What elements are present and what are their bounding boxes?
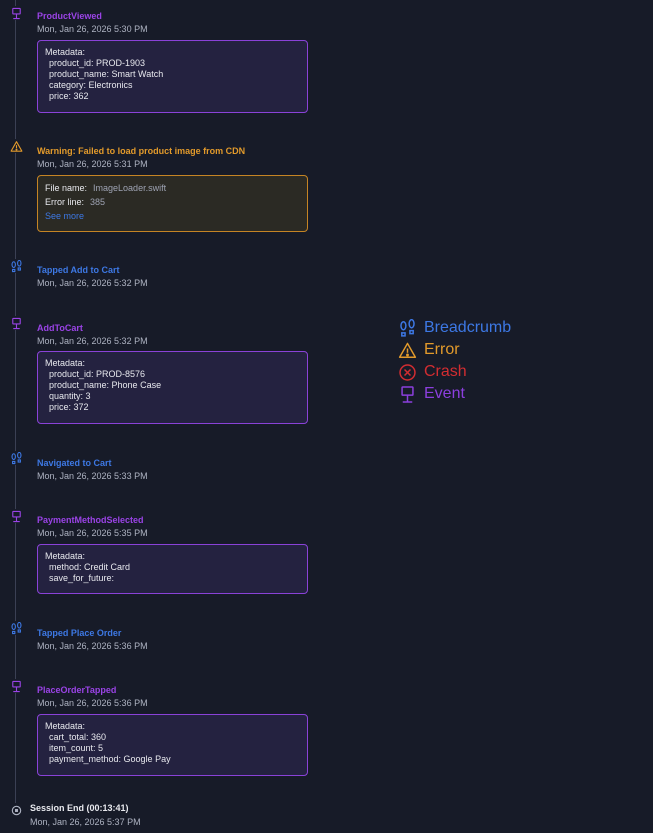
entry-title: Tapped Place Order	[37, 628, 122, 638]
footprints-icon	[9, 259, 23, 273]
metadata-card: Metadata: cart_total: 360 item_count: 5 …	[37, 714, 308, 776]
file-name-value: ImageLoader.swift	[93, 183, 167, 193]
monitor-icon	[9, 6, 23, 20]
metadata-card: Metadata: product_id: PROD-8576 product_…	[37, 351, 308, 424]
monitor-icon	[9, 509, 23, 523]
entry-timestamp: Mon, Jan 26, 2026 5:36 PM	[37, 641, 148, 651]
metadata-label: Metadata:	[45, 358, 86, 368]
metadata-card: Metadata: method: Credit Card save_for_f…	[37, 544, 308, 594]
entry-timestamp: Mon, Jan 26, 2026 5:31 PM	[37, 159, 148, 169]
metadata-row: product_id: PROD-1903	[49, 58, 146, 68]
session-end-timestamp: Mon, Jan 26, 2026 5:37 PM	[30, 817, 141, 827]
monitor-icon	[401, 386, 414, 403]
see-more-link[interactable]: See more	[45, 209, 300, 223]
metadata-row: item_count: 5	[49, 743, 104, 753]
entry-title: ProductViewed	[37, 11, 102, 21]
error-details-card: File name: ImageLoader.swift Error line: 3…	[37, 175, 308, 232]
entry-title: Warning: Failed to load product image fr…	[37, 146, 246, 156]
metadata-label: Metadata:	[45, 551, 86, 561]
entry-timestamp: Mon, Jan 26, 2026 5:35 PM	[37, 528, 148, 538]
entry-timestamp: Mon, Jan 26, 2026 5:33 PM	[37, 471, 148, 481]
entry-title: AddToCart	[37, 323, 83, 333]
metadata-row: price: 362	[49, 91, 89, 101]
x-circle-icon	[399, 364, 416, 381]
metadata-row: save_for_future:	[49, 573, 115, 583]
error-line-value: 385	[90, 197, 106, 207]
metadata-row: quantity: 3	[49, 391, 91, 401]
footprints-icon	[400, 319, 415, 337]
legend-label: Event	[424, 385, 465, 402]
metadata-row: price: 372	[49, 402, 89, 412]
entry-timestamp: Mon, Jan 26, 2026 5:30 PM	[37, 24, 148, 34]
monitor-icon	[9, 316, 23, 330]
stop-circle-icon	[9, 803, 23, 817]
metadata-row: product_name: Smart Watch	[49, 69, 164, 79]
legend-label: Error	[424, 341, 460, 358]
entry-timestamp: Mon, Jan 26, 2026 5:32 PM	[37, 336, 148, 346]
warning-triangle-icon	[398, 342, 417, 359]
warning-triangle-icon	[9, 139, 23, 153]
metadata-row: method: Credit Card	[49, 562, 131, 572]
entry-title: Tapped Add to Cart	[37, 265, 120, 275]
metadata-row: product_name: Phone Case	[49, 380, 162, 390]
entry-timestamp: Mon, Jan 26, 2026 5:36 PM	[37, 698, 148, 708]
metadata-row: cart_total: 360	[49, 732, 107, 742]
footprints-icon	[9, 621, 23, 635]
legend-label: Breadcrumb	[424, 319, 512, 336]
entry-title: Navigated to Cart	[37, 458, 112, 468]
monitor-icon	[9, 679, 23, 693]
metadata-row: payment_method: Google Pay	[49, 754, 171, 764]
footprints-icon	[9, 451, 23, 465]
metadata-row: product_id: PROD-8576	[49, 369, 146, 379]
metadata-row: category: Electronics	[49, 80, 133, 90]
error-line-label: Error line:	[45, 197, 85, 207]
metadata-label: Metadata:	[45, 721, 86, 731]
session-end-title: Session End (00:13:41)	[30, 803, 129, 813]
metadata-label: Metadata:	[45, 47, 86, 57]
entry-timestamp: Mon, Jan 26, 2026 5:32 PM	[37, 278, 148, 288]
entry-title: PaymentMethodSelected	[37, 515, 144, 525]
file-name-label: File name:	[45, 183, 88, 193]
legend-label: Crash	[424, 363, 467, 380]
entry-title: PlaceOrderTapped	[37, 685, 117, 695]
metadata-card: Metadata: product_id: PROD-1903 product_…	[37, 40, 308, 113]
